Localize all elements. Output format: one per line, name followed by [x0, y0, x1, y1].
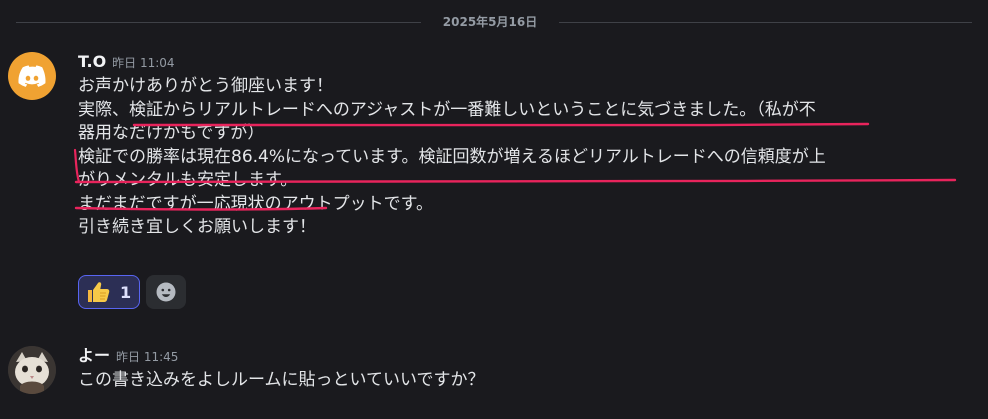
message-timestamp[interactable]: 昨日 11:45 — [116, 350, 178, 364]
add-reaction-icon — [156, 282, 176, 302]
message-line: お声かけありがとう御座います！ — [78, 76, 333, 96]
author-name[interactable]: よー — [78, 346, 110, 365]
cat-avatar — [8, 346, 56, 394]
reaction-count: 1 — [120, 282, 132, 302]
message-line: 検証での勝率は現在86.4%になっています。検証回数が増えるほどリアルトレードへ… — [78, 146, 826, 167]
author-avatar[interactable] — [8, 52, 56, 100]
add-reaction-button[interactable] — [146, 275, 186, 309]
message-body: お声かけありがとう御座います！ 実際、検証からリアルトレードへのアジャストが一番… — [78, 75, 968, 240]
message-line: 器用なだけかもですが） — [78, 123, 265, 143]
message-header: T.O 昨日 11:04 — [78, 51, 175, 73]
message-line: がりメンタルも安定します。 — [78, 170, 298, 190]
message-line: 引き続き宜しくお願いします！ — [78, 217, 316, 237]
discord-logo-icon — [18, 65, 46, 87]
author-avatar[interactable] — [8, 346, 56, 394]
chat-view: 2025年5月16日 T.O 昨日 11:04 お声かけありがとう御座います！ 実… — [0, 0, 988, 419]
author-name[interactable]: T.O — [78, 52, 106, 71]
message-body: この書き込みをよしルームに貼っといていいですか？ — [78, 369, 968, 393]
reaction-thumbs-up[interactable]: 1 — [78, 275, 140, 309]
divider-line-left — [16, 22, 421, 23]
message-line: まだまだですが一応現状のアウトプットです。 — [78, 193, 433, 214]
message-line: 実際、検証からリアルトレードへのアジャストが一番難しいということに気づきました。… — [78, 99, 816, 120]
divider-date: 2025年5月16日 — [442, 15, 538, 29]
message-timestamp[interactable]: 昨日 11:04 — [112, 56, 174, 70]
date-divider: 2025年5月16日 — [0, 15, 988, 29]
message-header: よー 昨日 11:45 — [78, 345, 178, 367]
divider-line-right — [559, 22, 972, 23]
message-line: この書き込みをよしルームに貼っといていいですか？ — [78, 370, 485, 390]
thumbs-up-icon — [88, 282, 110, 302]
